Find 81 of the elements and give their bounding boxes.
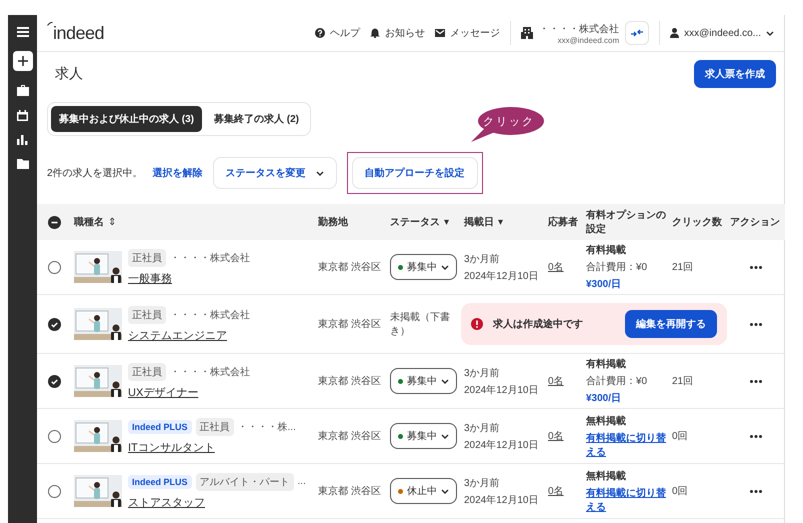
auto-approach-button[interactable]: 自動アプローチを設定 [352,157,478,189]
company-name: ・・・・株式会社 [170,252,250,264]
create-job-button[interactable]: 求人票を作成 [694,60,776,88]
nav-link[interactable]: お知らせ [385,26,426,40]
option-label: 無料掲載 [586,414,626,428]
applicants-link[interactable]: 0名 [548,374,564,388]
job-title-link[interactable]: 一般事務 [128,270,250,286]
job-tag: Indeed PLUS [128,474,192,488]
job-tag: 正社員 [196,418,234,436]
sort-icon[interactable]: ▾ [498,216,504,228]
company-name: ... [298,476,306,487]
click-count: 0回 [672,485,688,498]
upgrade-link[interactable]: 有料掲載に切り替える [586,430,666,458]
column-header: アクション [730,216,780,229]
job-tag: 正社員 [128,306,166,324]
tab[interactable]: 募集中および休止中の求人 (3) [51,106,202,132]
location: 東京都 渋谷区 [318,484,381,498]
nav-link[interactable]: メッセージ [450,26,500,40]
posted-date: 2024年12月10日 [464,438,538,452]
account-menu[interactable]: xxx@indeed.co... [670,28,774,38]
posted-relative: 3か月前 [464,422,500,434]
sort-icon[interactable]: ⇕ [108,216,116,228]
total-cost: 合計費用：¥0 [586,260,648,274]
selection-summary: 2件の求人を選択中。 [47,166,143,180]
company-email: xxx@indeed.com [558,36,620,44]
resume-editing-button[interactable]: 編集を再開する [625,310,717,338]
status-dropdown[interactable]: 募集中 [390,254,457,280]
notice-message: 求人は作成途中です [493,318,584,331]
job-title-link[interactable]: ストアスタッフ [128,494,306,510]
column-header: 勤務地 [318,216,348,229]
column-header: 有料オプションの設定 [586,208,666,236]
job-title-link[interactable]: ITコンサルタント [128,440,296,454]
page-title: 求人 [55,65,83,83]
job-tag: 正社員 [128,248,166,266]
logo: indeed [53,22,104,44]
column-header: 応募者 [548,215,578,229]
click-count: 0回 [672,430,688,443]
job-title-link[interactable]: システムエンジニア [128,328,250,342]
sort-icon[interactable]: ▾ [444,216,450,228]
change-status-button[interactable]: ステータスを変更 [212,157,337,189]
posted-relative: 3か月前 [464,366,500,380]
click-count: 21回 [672,261,694,274]
location: 東京都 渋谷区 [318,318,381,331]
location: 東京都 渋谷区 [318,430,381,443]
company-name: ・・・・株... [238,420,296,434]
posted-date: 2024年12月10日 [464,270,538,282]
tab[interactable]: 募集終了の求人 (2) [206,106,307,132]
column-header: 職種名 [74,216,104,229]
daily-budget-link[interactable]: ¥300/日 [586,277,622,291]
option-label: 有料掲載 [586,244,626,257]
status-dropdown[interactable]: 募集中 [390,368,457,394]
applicants-link[interactable]: 0名 [548,260,564,274]
job-tag: Indeed PLUS [128,420,192,434]
applicants-link[interactable]: 0名 [548,429,564,443]
column-header: クリック数 [672,216,722,229]
status-text: 未掲載（下書き） [390,310,451,338]
posted-date: 2024年12月10日 [464,384,538,396]
clear-selection-link[interactable]: 選択を解除 [152,166,203,180]
job-tag: 正社員 [128,362,166,380]
job-tag: アルバイト・パート [196,472,294,490]
column-header: ステータス [390,216,440,229]
upgrade-link[interactable]: 有料掲載に切り替える [586,486,666,514]
location: 東京都 渋谷区 [318,260,381,274]
total-cost: 合計費用：¥0 [586,374,648,388]
status-dropdown[interactable]: 募集中 [390,423,457,449]
company-name: ・・・・株式会社 [170,308,250,322]
posted-date: 2024年12月10日 [464,494,538,506]
click-count: 21回 [672,375,694,388]
option-label: 有料掲載 [586,358,626,371]
applicants-link[interactable]: 0名 [548,484,564,498]
company-name: ・・・・株式会社 [539,22,620,36]
job-title-link[interactable]: UXデザイナー [128,384,250,400]
company-name: ・・・・株式会社 [170,366,250,378]
posted-relative: 3か月前 [464,252,500,266]
location: 東京都 渋谷区 [318,374,381,388]
option-label: 無料掲載 [586,470,626,482]
status-dropdown[interactable]: 休止中 [390,478,457,504]
daily-budget-link[interactable]: ¥300/日 [586,391,622,405]
nav-link[interactable]: ヘルプ [330,26,360,40]
column-header: 掲載日 [464,216,494,229]
posted-relative: 3か月前 [464,476,500,490]
